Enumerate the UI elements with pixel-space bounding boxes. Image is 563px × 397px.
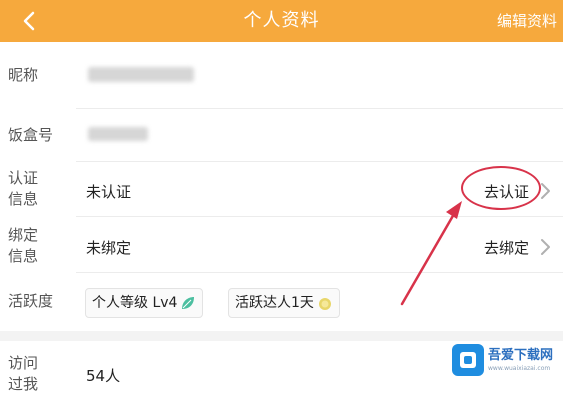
watermark-logo: 吾爱下载网 www.wuaixiazai.com [452, 343, 560, 377]
watermark-title: 吾爱下载网 [488, 347, 554, 363]
watermark-subtitle: www.wuaixiazai.com [488, 364, 551, 372]
annotation-arrow [400, 201, 462, 306]
watermark-icon [452, 344, 484, 376]
